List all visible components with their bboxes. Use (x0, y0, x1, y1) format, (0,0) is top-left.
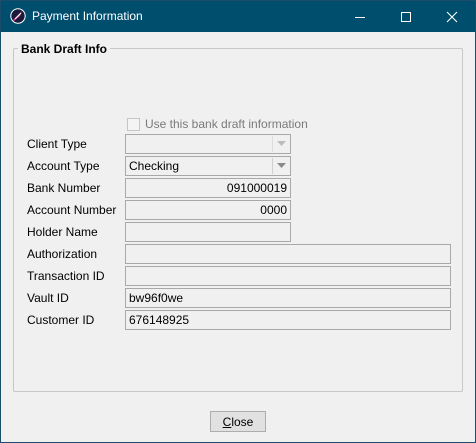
window-title: Payment Information (32, 9, 143, 23)
bank-number-field[interactable]: 091000019 (125, 178, 291, 198)
account-type-value: Checking (129, 159, 180, 173)
transaction-id-label: Transaction ID (27, 269, 105, 283)
chevron-down-icon[interactable] (272, 136, 289, 152)
close-label-rest: lose (231, 414, 254, 429)
group-title: Bank Draft Info (18, 42, 111, 56)
client-type-label: Client Type (27, 137, 87, 151)
account-type-select[interactable]: Checking (125, 156, 291, 176)
account-type-label: Account Type (27, 159, 100, 173)
customer-id-label: Customer ID (27, 313, 95, 327)
checkbox-label: Use this bank draft information (145, 117, 308, 131)
close-mnemonic: C (222, 414, 232, 429)
customer-id-field[interactable]: 676148925 (125, 310, 451, 330)
close-window-button[interactable] (429, 1, 475, 32)
client-type-select[interactable] (125, 134, 291, 154)
authorization-field[interactable] (125, 244, 451, 264)
chevron-down-icon[interactable] (272, 158, 289, 174)
checkbox-box[interactable] (127, 117, 140, 131)
account-number-label: Account Number (27, 203, 117, 217)
bank-number-label: Bank Number (27, 181, 101, 195)
minimize-icon (355, 16, 365, 18)
app-logo-icon (10, 8, 26, 24)
maximize-button[interactable] (383, 1, 429, 32)
vault-id-label: Vault ID (27, 291, 69, 305)
account-number-field[interactable]: 0000 (125, 200, 291, 220)
close-button[interactable]: Close (210, 411, 266, 432)
use-bank-draft-checkbox[interactable]: Use this bank draft information (127, 117, 308, 131)
authorization-label: Authorization (27, 247, 98, 261)
close-icon (446, 11, 458, 22)
holder-name-label: Holder Name (27, 225, 98, 239)
payment-information-window: Payment Information Bank Draft Info Use … (0, 0, 476, 443)
maximize-icon (401, 11, 411, 22)
holder-name-field[interactable] (125, 222, 291, 242)
minimize-button[interactable] (337, 1, 383, 32)
transaction-id-field[interactable] (125, 266, 451, 286)
vault-id-field[interactable]: bw96f0we (125, 288, 451, 308)
bank-draft-group (13, 48, 463, 392)
title-bar[interactable]: Payment Information (1, 1, 475, 32)
